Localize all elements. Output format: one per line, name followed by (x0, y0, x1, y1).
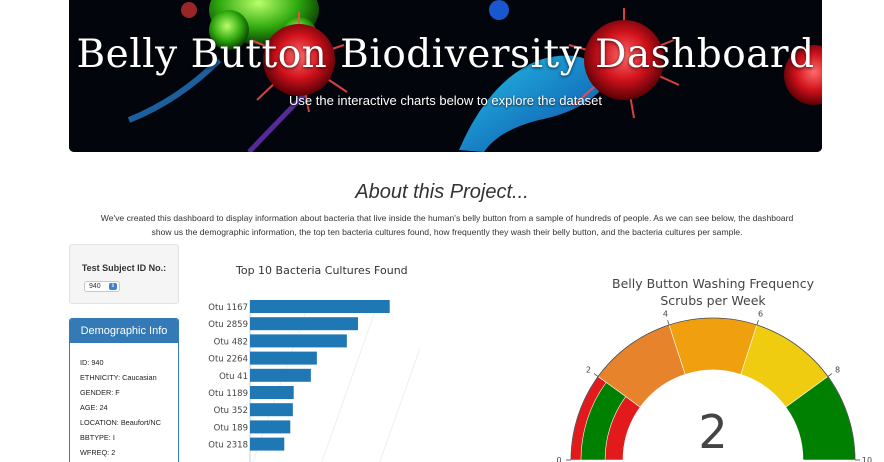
subject-id-select[interactable]: 940 ⇕ (84, 281, 120, 292)
demographic-ethnicity: ETHNICITY: Caucasian (80, 373, 157, 382)
bar-category-label: Otu 2318 (208, 441, 248, 451)
gauge-tick-mark (756, 320, 759, 326)
bar-category-label: Otu 352 (214, 406, 248, 416)
gauge-tick-label: 0 (556, 456, 561, 462)
gauge-tick-label: 8 (835, 365, 840, 374)
gauge-tick-label: 10 (862, 456, 872, 462)
bar-otu-1189 (250, 386, 294, 399)
top-bacteria-bar-chart: Otu 1167 Otu 2859 Otu 482 Otu 2264 Otu 41 Otu… (208, 300, 420, 462)
bar-otu-41 (250, 368, 311, 382)
demographic-panel: Demographic Info ID: 940 ETHNICITY: Cauc… (69, 318, 179, 462)
demographic-location: LOCATION: Beaufort/NC (80, 418, 161, 427)
demographic-wfreq: WFREQ: 2 (80, 448, 116, 457)
gauge-tick-label: 6 (758, 310, 763, 319)
washing-frequency-gauge: Belly Button Washing Frequency Scrubs per… (556, 276, 872, 462)
gauge-tick-label: 4 (663, 310, 668, 319)
subject-id-selected-value: 940 (89, 283, 101, 290)
about-description: We've created this dashboard to display … (100, 213, 794, 237)
bar-otu-482 (250, 334, 347, 348)
gauge-tick-mark (593, 373, 599, 377)
demographic-age: AGE: 24 (80, 403, 108, 412)
bar-otu-1167 (250, 300, 390, 313)
hero-banner: Belly Button Biodiversity Dashboard Use … (69, 0, 822, 152)
demographic-panel-heading: Demographic Info (70, 319, 178, 343)
bar-chart-title: Top 10 Bacteria Cultures Found (236, 264, 408, 277)
gauge-tick-mark (827, 373, 833, 377)
subject-selector-well: Test Subject ID No.: 940 ⇕ (69, 244, 179, 304)
bar-category-label: Otu 1189 (208, 389, 248, 399)
gauge-title: Belly Button Washing Frequency (612, 276, 815, 291)
bar-otu-189 (250, 420, 291, 434)
select-arrows-icon: ⇕ (109, 283, 117, 290)
demographic-gender: GENDER: F (80, 388, 120, 397)
gauge-tick-mark (667, 320, 670, 326)
bar-category-label: Otu 41 (219, 372, 248, 382)
bar-otu-2318 (250, 437, 285, 451)
dashboard-subtitle: Use the interactive charts below to expl… (289, 93, 602, 108)
bar-category-label: Otu 1167 (208, 303, 248, 313)
bar-otu-352 (250, 403, 293, 417)
subject-id-label: Test Subject ID No.: (81, 263, 167, 273)
gauge-value-number: 2 (698, 405, 727, 459)
about-heading: About this Project... (355, 181, 529, 203)
bar-grid-line (379, 346, 420, 462)
bar-category-label: Otu 2859 (208, 320, 248, 330)
demographic-id: ID: 940 (80, 358, 104, 367)
demographic-panel-body: ID: 940 ETHNICITY: Caucasian GENDER: F A… (70, 343, 178, 460)
demographic-bbtype: BBTYPE: I (80, 433, 115, 442)
bar-category-label: Otu 482 (214, 337, 248, 347)
bar-category-label: Otu 189 (214, 423, 248, 433)
gauge-tick-label: 2 (586, 365, 591, 374)
bar-category-label: Otu 2264 (208, 355, 248, 365)
bar-otu-2264 (250, 351, 317, 365)
dashboard-title: Belly Button Biodiversity Dashboard (76, 32, 815, 77)
gauge-subtitle: Scrubs per Week (660, 293, 766, 308)
bar-otu-2859 (250, 317, 358, 331)
